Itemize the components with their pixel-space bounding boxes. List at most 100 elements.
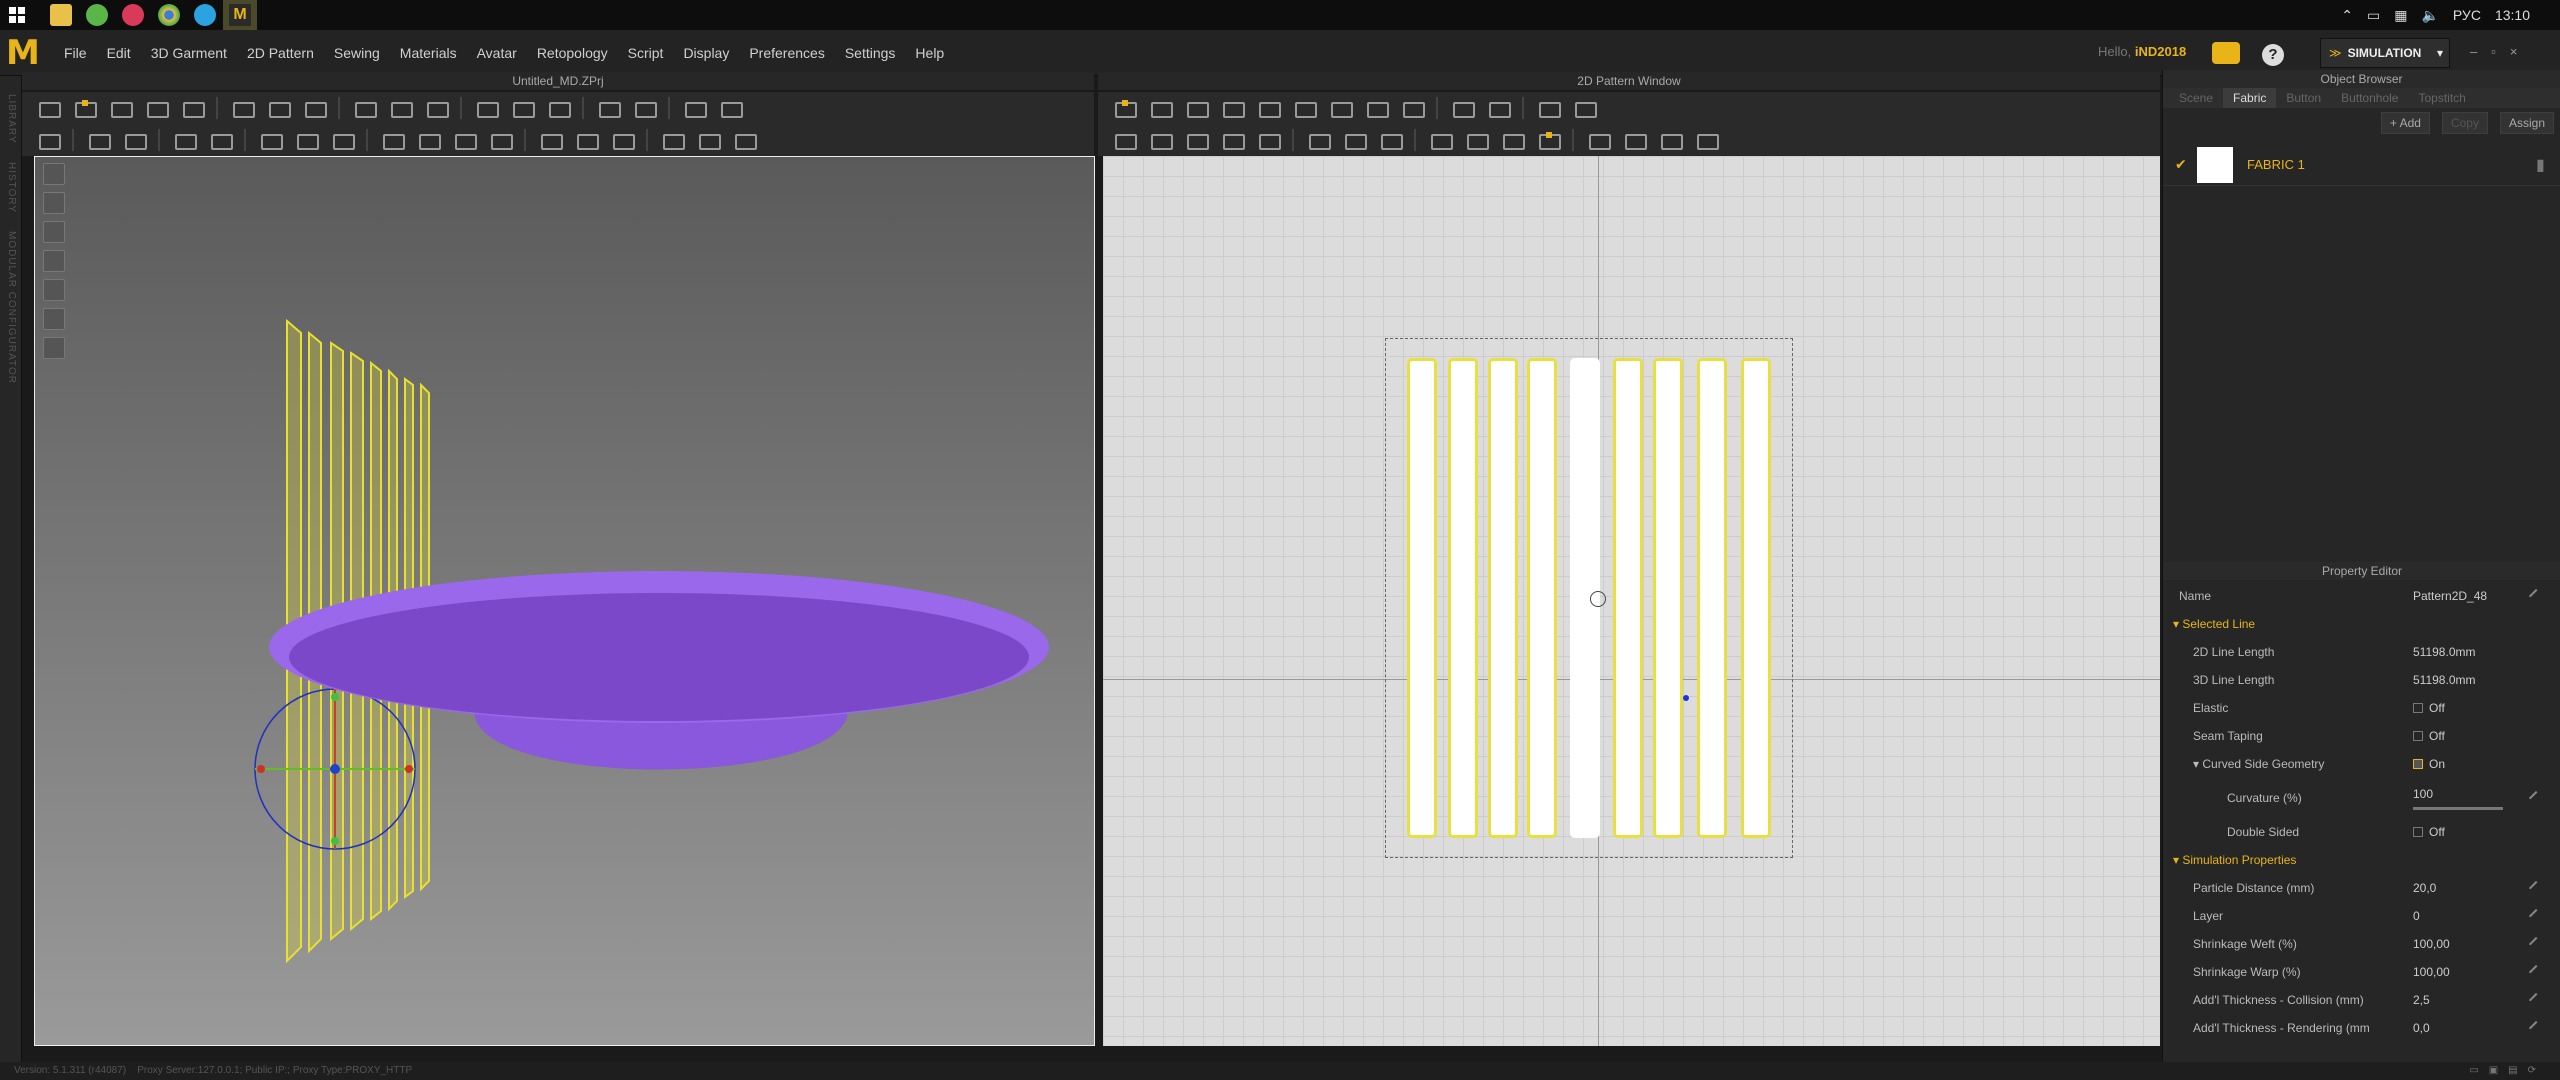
pattern-piece-7[interactable] (1653, 358, 1683, 838)
button-icon[interactable] (258, 130, 283, 150)
grid-icon[interactable] (682, 98, 707, 118)
ellipse-icon[interactable] (1400, 98, 1425, 118)
curvature-slider[interactable] (2413, 806, 2503, 810)
menu-help[interactable]: Help (905, 45, 954, 61)
expand-icon[interactable] (122, 130, 147, 150)
language-indicator[interactable]: РУС (2453, 7, 2481, 23)
avatar-brush-icon[interactable] (546, 98, 571, 118)
tab-fabric[interactable]: Fabric (2223, 88, 2277, 108)
windows-start-icon[interactable] (4, 2, 30, 28)
grid-alt-icon[interactable] (1572, 98, 1597, 118)
wave-line-icon[interactable] (1658, 130, 1683, 150)
section-simulation-properties[interactable]: ▾ Simulation Properties (2163, 846, 2560, 874)
pattern-piece-4[interactable] (1527, 358, 1557, 838)
menu-avatar[interactable]: Avatar (467, 45, 527, 61)
buttonhole-icon[interactable] (294, 130, 319, 150)
file-explorer-icon[interactable] (50, 4, 72, 26)
pattern-piece-8[interactable] (1697, 358, 1727, 838)
topstitch-icon[interactable] (380, 130, 405, 150)
grid-alt-icon[interactable] (718, 98, 743, 118)
curve-point-icon[interactable] (1292, 98, 1317, 118)
move-icon[interactable] (1536, 130, 1561, 150)
pleat-icon[interactable] (1342, 130, 1367, 150)
garment-icon[interactable] (596, 98, 621, 118)
select-mesh-icon[interactable] (108, 98, 133, 118)
tshirt-icon[interactable] (696, 130, 721, 150)
double-sided-checkbox[interactable] (2413, 827, 2423, 837)
internal-polygon-icon[interactable] (1450, 98, 1475, 118)
free-sewing-icon[interactable] (1256, 130, 1281, 150)
edit-curve-point-icon[interactable] (1220, 98, 1245, 118)
fold-icon[interactable] (1464, 130, 1489, 150)
cut-alt-icon[interactable] (208, 130, 233, 150)
shirt-icon[interactable] (660, 130, 685, 150)
zipper-icon[interactable] (330, 130, 355, 150)
dart-icon[interactable] (1378, 130, 1403, 150)
menu-3d-garment[interactable]: 3D Garment (141, 45, 237, 61)
menu-edit[interactable]: Edit (97, 45, 141, 61)
utorrent-icon[interactable] (86, 4, 108, 26)
line-icon[interactable] (452, 130, 477, 150)
pattern-piece-2[interactable] (1448, 358, 1478, 838)
network-icon[interactable]: ▦ (2394, 7, 2407, 24)
rectangle-icon[interactable] (1364, 98, 1389, 118)
trim-icon[interactable] (488, 130, 513, 150)
sim-tool-icon[interactable] (36, 130, 61, 150)
tack-icon[interactable] (230, 98, 255, 118)
menu-2d-pattern[interactable]: 2D Pattern (237, 45, 324, 61)
measure-avatar-icon[interactable] (424, 98, 449, 118)
curvature-value[interactable]: 100 (2413, 787, 2433, 801)
tab-buttonhole[interactable]: Buttonhole (2331, 88, 2408, 108)
window-controls[interactable]: –▫× (2470, 44, 2531, 59)
menu-sewing[interactable]: Sewing (324, 45, 390, 61)
chrome-icon[interactable] (158, 4, 180, 26)
tack-to-garment-icon[interactable] (302, 98, 327, 118)
menu-retopology[interactable]: Retopology (527, 45, 618, 61)
add-button[interactable]: + Add (2380, 112, 2430, 134)
pattern-piece-1[interactable] (1407, 358, 1437, 838)
seam-icon[interactable] (1184, 130, 1209, 150)
render-icon[interactable] (732, 130, 757, 150)
menu-display[interactable]: Display (673, 45, 739, 61)
chevron-up-icon[interactable]: ⌃ (2341, 7, 2353, 24)
curved-checkbox[interactable] (2413, 759, 2423, 769)
fold-arrangement-icon[interactable] (144, 98, 169, 118)
select-tool-icon[interactable] (36, 98, 61, 118)
cloud-icon[interactable] (2212, 42, 2240, 64)
edit-curvature-icon[interactable] (1184, 98, 1209, 118)
pattern-piece-3[interactable] (1488, 358, 1518, 838)
menu-preferences[interactable]: Preferences (739, 45, 834, 61)
symmetry-icon[interactable] (610, 130, 635, 150)
elastic-checkbox[interactable] (2413, 703, 2423, 713)
selected-point[interactable] (1683, 695, 1689, 701)
dashed-line-icon[interactable] (1622, 130, 1647, 150)
measure-icon[interactable] (352, 98, 377, 118)
menu-script[interactable]: Script (618, 45, 674, 61)
hanger-icon[interactable] (574, 130, 599, 150)
transform-pattern-icon[interactable] (1148, 98, 1173, 118)
fabric-menu-icon[interactable]: ▮ (2536, 155, 2560, 175)
section-selected-line[interactable]: ▾ Selected Line (2163, 610, 2560, 638)
smooth-brush-icon[interactable] (510, 98, 535, 118)
tab-button[interactable]: Button (2276, 88, 2331, 108)
2d-pattern-viewport[interactable] (1103, 156, 2160, 1046)
pattern-piece-6[interactable] (1613, 358, 1643, 838)
copy-button[interactable]: Copy (2441, 112, 2488, 134)
history-tab[interactable]: HISTORY (6, 162, 17, 213)
marvelous-designer-taskbar-icon[interactable]: M (223, 0, 257, 30)
diagonal-line-icon[interactable] (1694, 130, 1719, 150)
brush-icon[interactable] (474, 98, 499, 118)
tack-on-avatar-icon[interactable] (266, 98, 291, 118)
transform-tool-icon[interactable] (72, 98, 97, 118)
puckering-icon[interactable] (416, 130, 441, 150)
3d-viewport[interactable] (34, 156, 1095, 1046)
avatar-pose-icon[interactable] (538, 130, 563, 150)
add-point-icon[interactable] (1256, 98, 1281, 118)
menu-settings[interactable]: Settings (835, 45, 906, 61)
edit-texture-icon[interactable] (1148, 130, 1173, 150)
help-icon[interactable]: ? (2262, 44, 2284, 66)
volume-icon[interactable]: 🔈 (2421, 7, 2438, 24)
texture-icon[interactable] (1112, 130, 1137, 150)
measure-garment-icon[interactable] (388, 98, 413, 118)
fabric-list-item[interactable]: ✔ FABRIC 1 ▮ (2163, 144, 2560, 186)
